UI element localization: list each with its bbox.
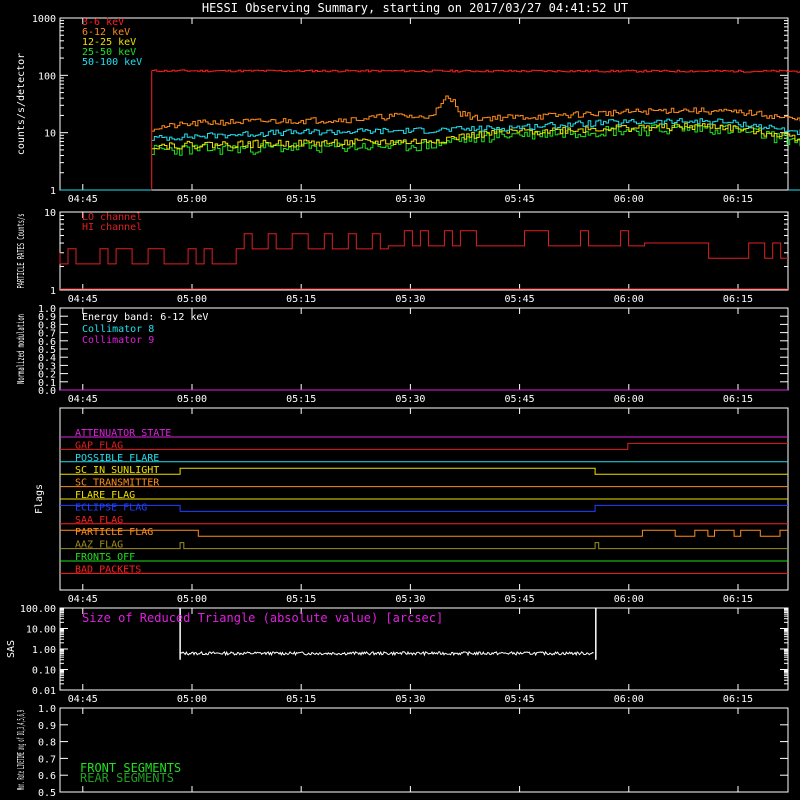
y-axis-label-text: Normalized modulation	[16, 314, 27, 384]
x-tick-label: 05:00	[177, 294, 207, 305]
x-tick-label: 06:00	[614, 194, 644, 205]
flag-line	[60, 504, 788, 512]
y-axis-label-text: SAS	[6, 640, 17, 658]
flag-line	[60, 529, 788, 537]
y-tick-label: 1	[50, 186, 56, 197]
x-tick-label: 05:30	[395, 394, 425, 405]
legend-entry: Collimator 8	[82, 324, 154, 335]
x-tick-label: 06:15	[723, 294, 753, 305]
series-hi-channel	[59, 230, 788, 265]
flag-label: PARTICLE FLAG	[75, 527, 153, 538]
y-tick-label: 100	[38, 71, 56, 82]
x-tick-label: 06:15	[723, 594, 753, 605]
x-tick-label: 05:15	[286, 594, 316, 605]
x-tick-label: 05:30	[395, 294, 425, 305]
legend-entry: HI channel	[82, 222, 142, 233]
y-tick-label: 100.00	[20, 604, 56, 615]
legend-entry: Collimator 9	[82, 335, 154, 346]
y-tick-label: 0.8	[38, 738, 56, 749]
flag-label: ECLIPSE FLAG	[75, 502, 147, 513]
x-tick-label: 06:15	[723, 194, 753, 205]
x-tick-label: 04:45	[68, 194, 98, 205]
y-tick-label: 1.0	[38, 704, 56, 715]
x-tick-label: 05:45	[505, 394, 535, 405]
x-tick-label: 05:00	[177, 194, 207, 205]
y-tick-label: 10	[44, 129, 56, 140]
legend-entry: REAR SEGMENTS	[80, 771, 174, 785]
series-sas	[180, 650, 594, 657]
x-tick-label: 04:45	[68, 694, 98, 705]
x-tick-label: 06:00	[614, 394, 644, 405]
y-axis-label: Mon. Rate LIVETIME avg of D1,3,4,5,6,9	[16, 710, 27, 790]
y-axis-label: PARTICLE RATES Counts/s	[16, 214, 27, 289]
y-tick-label: 1000	[32, 14, 56, 25]
series-3-6kev	[151, 69, 800, 73]
chart-title: HESSI Observing Summary, starting on 201…	[202, 1, 628, 15]
y-tick-label: 0.5	[38, 788, 56, 799]
y-tick-label: 0.01	[32, 686, 56, 697]
x-tick-label: 05:15	[286, 694, 316, 705]
y-tick-label: 1.0	[38, 304, 56, 315]
y-axis-label: Normalized modulation	[16, 314, 27, 384]
x-tick-label: 06:15	[723, 394, 753, 405]
y-tick-label: 0.6	[38, 771, 56, 782]
x-tick-label: 05:15	[286, 194, 316, 205]
y-tick-label: 0.7	[38, 754, 56, 765]
y-tick-label: 10	[44, 208, 56, 219]
x-tick-label: 06:00	[614, 694, 644, 705]
y-axis-label-text: Flags	[34, 484, 45, 514]
y-axis-label-text: Mon. Rate LIVETIME avg of D1,3,4,5,6,9	[16, 710, 27, 790]
energy-band-annotation: Energy band: 6-12 keV	[82, 312, 208, 323]
y-tick-label: 1	[50, 286, 56, 297]
x-tick-label: 05:00	[177, 694, 207, 705]
x-tick-label: 05:45	[505, 194, 535, 205]
x-tick-label: 06:00	[614, 594, 644, 605]
legend-entry: 50-100 keV	[82, 57, 142, 68]
x-tick-label: 05:45	[505, 594, 535, 605]
panel-frame	[59, 17, 789, 191]
x-tick-label: 05:30	[395, 194, 425, 205]
x-tick-label: 05:00	[177, 394, 207, 405]
y-tick-label: 0.9	[38, 721, 56, 732]
x-tick-label: 06:15	[723, 694, 753, 705]
flag-line	[60, 442, 788, 450]
x-tick-label: 05:15	[286, 294, 316, 305]
x-tick-label: 05:30	[395, 594, 425, 605]
y-axis-label: SAS	[6, 640, 17, 658]
flag-line	[60, 467, 788, 475]
y-tick-label: 0.10	[32, 666, 56, 677]
x-tick-label: 05:00	[177, 594, 207, 605]
x-tick-label: 05:45	[505, 694, 535, 705]
x-tick-label: 04:45	[68, 294, 98, 305]
y-axis-label-text: PARTICLE RATES Counts/s	[16, 214, 27, 289]
series-25-50-kev	[151, 124, 800, 156]
y-tick-label: 1.00	[32, 645, 56, 656]
x-tick-label: 06:00	[614, 294, 644, 305]
y-axis-label-text: counts/s/detector	[16, 53, 27, 155]
sas-annotation: Size of Reduced Triangle (absolute value…	[82, 611, 443, 625]
y-tick-label: 10.00	[26, 625, 56, 636]
x-tick-label: 04:45	[68, 394, 98, 405]
x-tick-label: 05:15	[286, 394, 316, 405]
panel-frame	[59, 211, 789, 291]
y-axis-label: Flags	[34, 484, 45, 514]
x-tick-label: 05:45	[505, 294, 535, 305]
x-tick-label: 05:30	[395, 694, 425, 705]
flag-line	[60, 542, 788, 550]
x-tick-label: 04:45	[68, 594, 98, 605]
y-axis-label: counts/s/detector	[16, 53, 27, 155]
observing-summary-plot: HESSI Observing Summary, starting on 201…	[6, 1, 800, 799]
